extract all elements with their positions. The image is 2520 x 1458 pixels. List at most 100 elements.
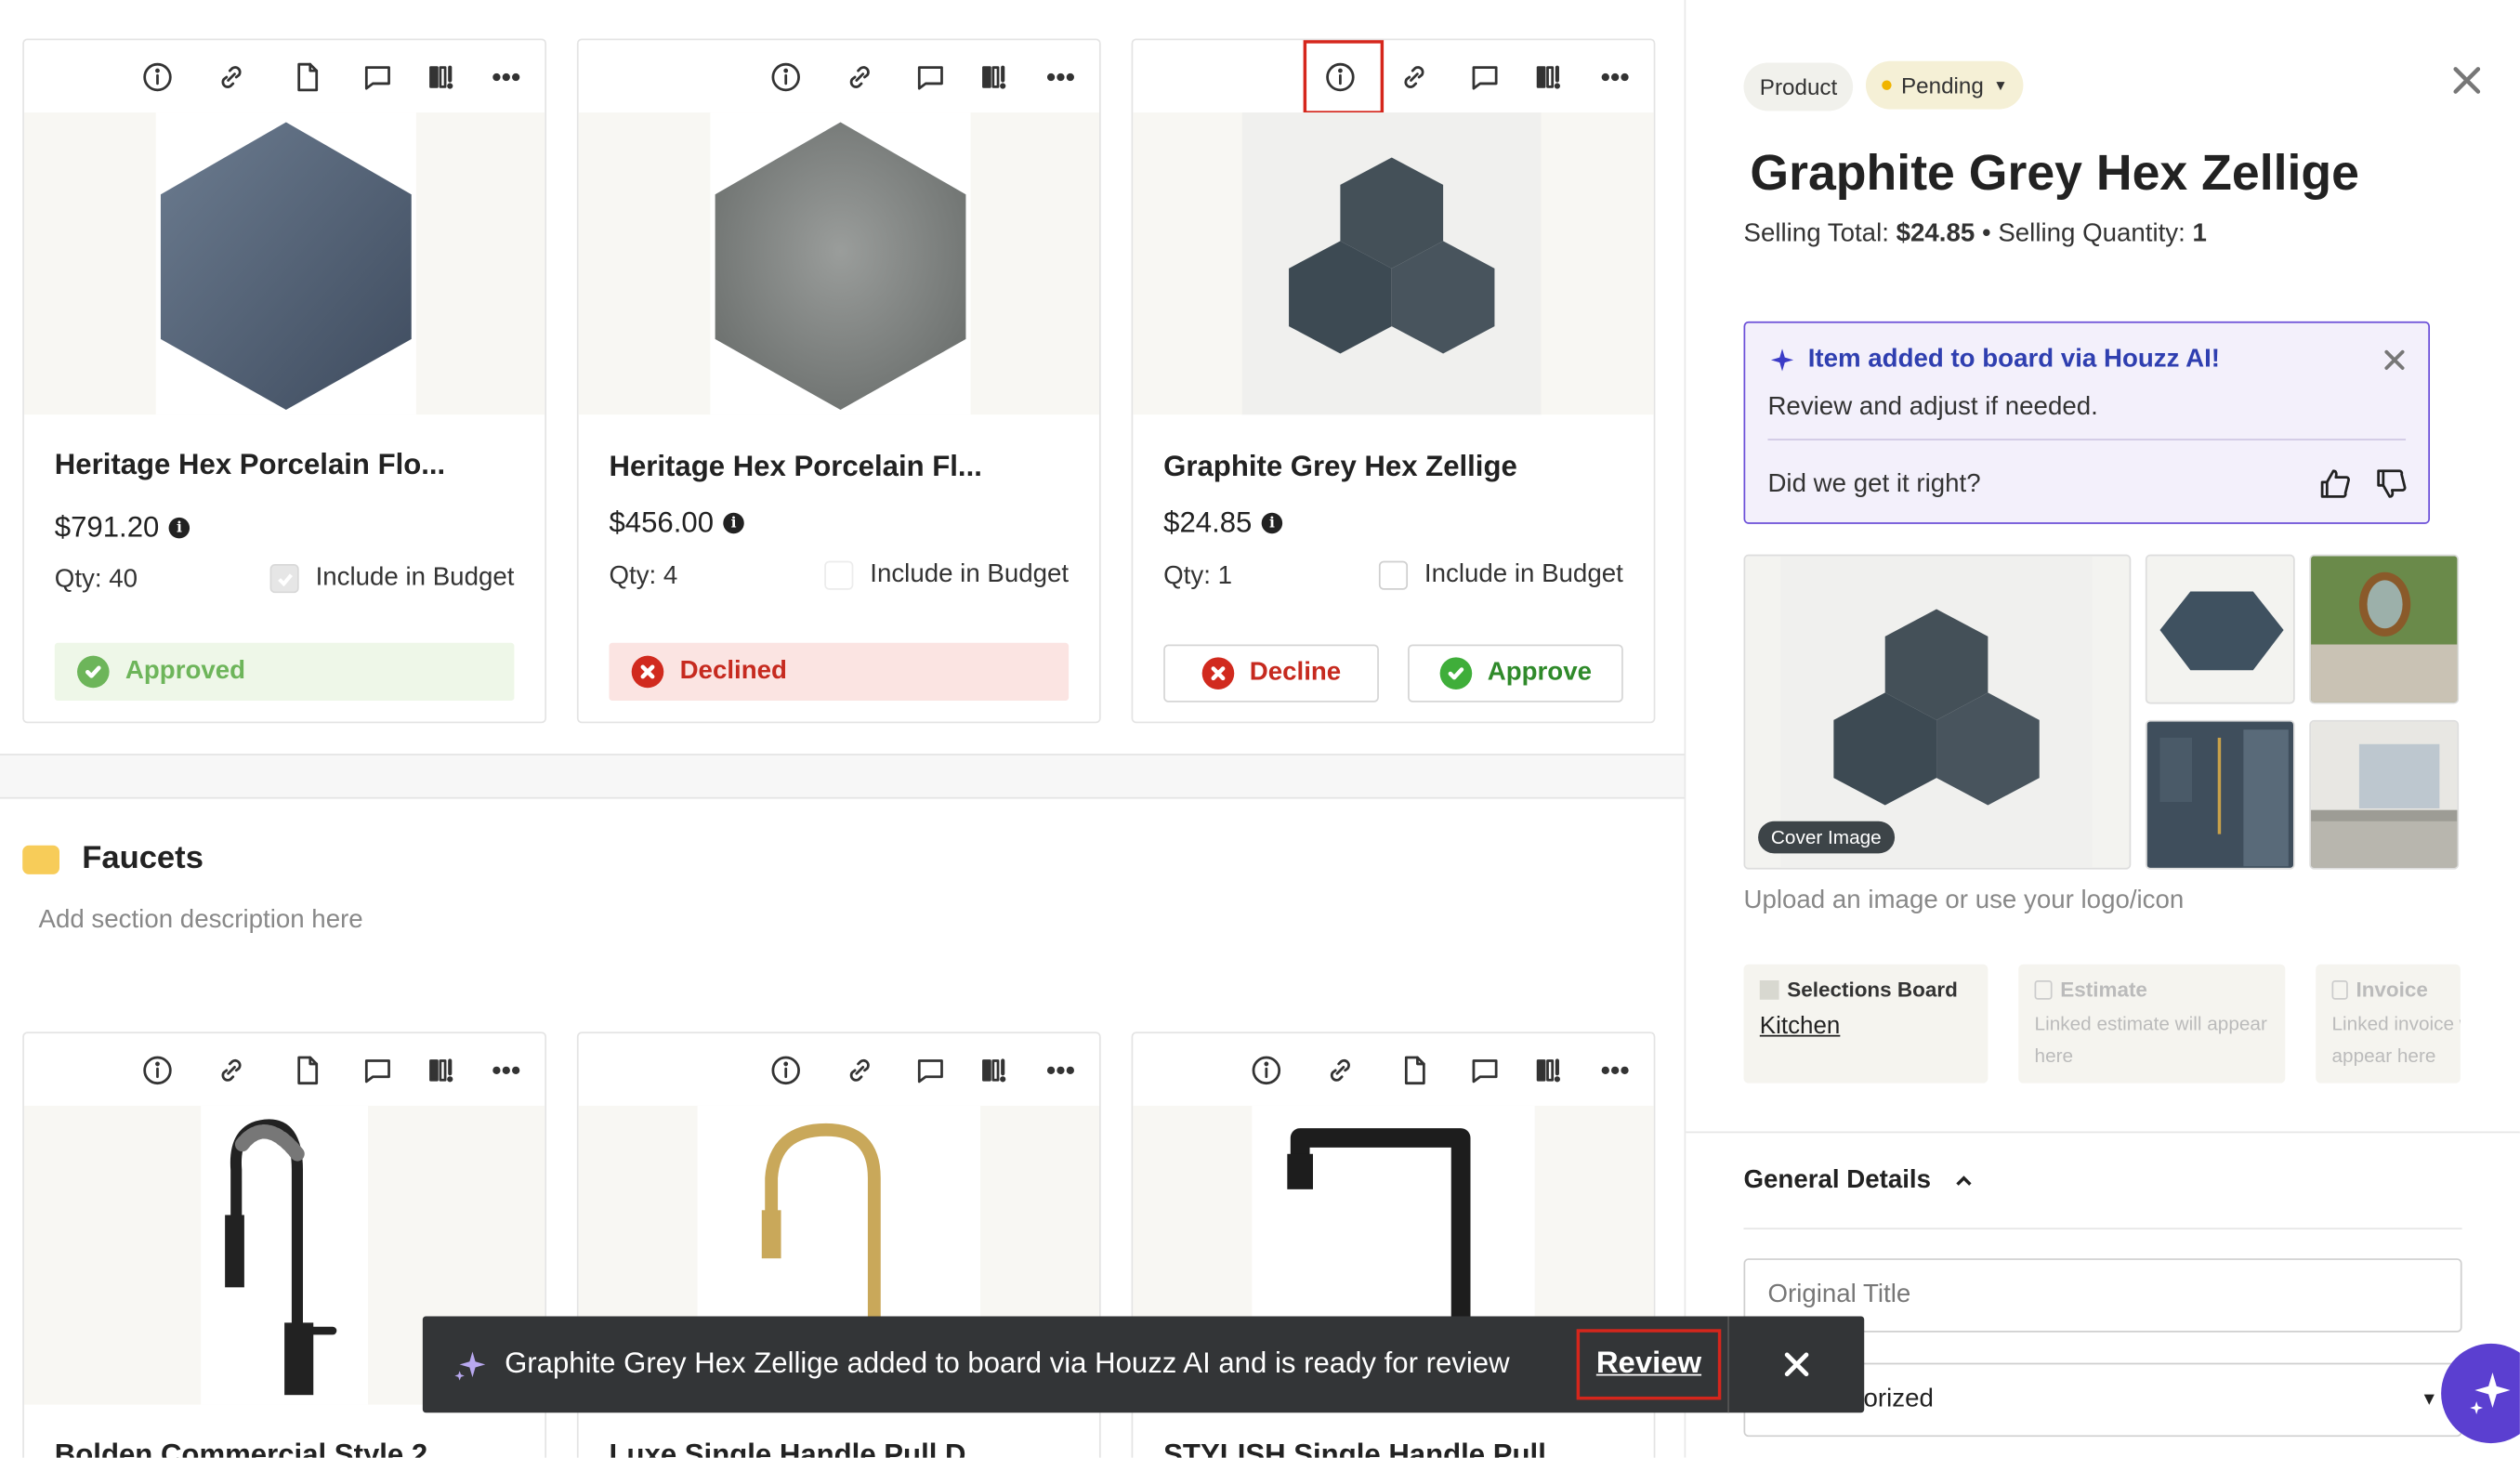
- approve-button[interactable]: Approve: [1408, 644, 1623, 703]
- sparkle-icon: [1767, 346, 1796, 374]
- include-in-budget-checkbox[interactable]: Include in Budget: [824, 560, 1069, 590]
- product-title[interactable]: Graphite Grey Hex Zellige: [1163, 450, 1517, 483]
- product-card[interactable]: Heritage Hex Porcelain Flo... $791.20 i Q…: [22, 38, 547, 724]
- product-card[interactable]: Graphite Grey Hex Zellige $24.85 i Qty: 1…: [1131, 38, 1656, 724]
- status-dropdown[interactable]: Pending ▼: [1865, 60, 2024, 110]
- estimate-placeholder: Linked estimate will appear here: [2034, 1012, 2267, 1068]
- info-icon[interactable]: [141, 1055, 174, 1087]
- close-toast-icon[interactable]: [1782, 1350, 1811, 1379]
- thumbs-up-icon[interactable]: [2319, 467, 2352, 500]
- more-icon[interactable]: [490, 61, 522, 94]
- section-title[interactable]: Faucets: [82, 841, 203, 878]
- ai-toast: Graphite Grey Hex Zellige added to board…: [422, 1316, 1865, 1413]
- type-pill: Product: [1743, 62, 1854, 112]
- cover-image-badge: Cover Image: [1758, 821, 1895, 854]
- general-details-toggle[interactable]: General Details: [1744, 1167, 1973, 1196]
- toast-message: Graphite Grey Hex Zellige added to board…: [505, 1346, 1510, 1379]
- comment-icon[interactable]: [1469, 61, 1502, 94]
- include-in-budget-checkbox[interactable]: Include in Budget: [1379, 560, 1623, 590]
- gallery-thumbnail[interactable]: [2145, 719, 2295, 870]
- link-icon[interactable]: [844, 61, 876, 94]
- price-info-icon[interactable]: i: [723, 512, 744, 534]
- sparkle-icon: [2470, 1372, 2511, 1414]
- link-icon[interactable]: [1324, 1055, 1357, 1087]
- x-circle-icon: [1201, 657, 1234, 690]
- product-title[interactable]: Luxe Single Handle Pull D...: [609, 1438, 990, 1458]
- more-icon[interactable]: [1044, 61, 1077, 94]
- more-icon[interactable]: [1599, 61, 1632, 94]
- selections-board-box[interactable]: Selections Board Kitchen: [1743, 964, 1988, 1084]
- link-icon[interactable]: [216, 61, 248, 94]
- product-title[interactable]: Bolden Commercial Style 2...: [55, 1438, 452, 1458]
- product-price: $456.00 i: [609, 506, 744, 540]
- info-icon[interactable]: [769, 61, 802, 94]
- product-image[interactable]: [578, 112, 1099, 415]
- comment-icon[interactable]: [361, 1055, 394, 1087]
- upload-hint[interactable]: Upload an image or use your logo/icon: [1744, 887, 2185, 916]
- gallery-thumbnail[interactable]: [2309, 554, 2460, 704]
- link-icon[interactable]: [844, 1055, 876, 1087]
- more-icon[interactable]: [1599, 1055, 1632, 1087]
- folder-icon: [22, 845, 59, 874]
- selections-board-link[interactable]: Kitchen: [1760, 1013, 1972, 1040]
- invoice-icon: [2331, 979, 2348, 999]
- info-icon[interactable]: [1251, 1055, 1283, 1087]
- cover-image[interactable]: Cover Image: [1743, 554, 2132, 870]
- product-price: $791.20 i: [55, 511, 190, 545]
- comment-icon[interactable]: [914, 1055, 947, 1087]
- decline-button[interactable]: Decline: [1163, 644, 1379, 703]
- compare-icon[interactable]: [426, 1055, 458, 1087]
- compare-icon[interactable]: [426, 61, 458, 94]
- caret-down-icon: ▼: [1993, 77, 2008, 94]
- chevron-up-icon: [1955, 1176, 1971, 1186]
- more-icon[interactable]: [490, 1055, 522, 1087]
- price-info-icon[interactable]: i: [168, 517, 190, 539]
- close-notice-icon[interactable]: [2382, 348, 2408, 374]
- invoice-placeholder: Linked invoice will appear here: [2331, 1012, 2461, 1068]
- ai-body: Review and adjust if needed.: [1767, 393, 2098, 422]
- document-icon[interactable]: [1398, 1055, 1431, 1087]
- product-qty: Qty: 40: [54, 565, 138, 594]
- section-description[interactable]: Add section description here: [39, 906, 363, 935]
- document-icon[interactable]: [291, 61, 323, 94]
- info-icon-highlight: [1303, 40, 1385, 114]
- info-icon[interactable]: [769, 1055, 802, 1087]
- panel-title[interactable]: Graphite Grey Hex Zellige: [1750, 145, 2359, 203]
- link-icon[interactable]: [1398, 61, 1431, 94]
- compare-icon[interactable]: [1533, 61, 1566, 94]
- compare-icon[interactable]: [978, 1055, 1011, 1087]
- review-button[interactable]: Review: [1576, 1329, 1722, 1400]
- product-image[interactable]: [23, 112, 545, 415]
- more-icon[interactable]: [1044, 1055, 1077, 1087]
- thumbs-down-icon[interactable]: [2375, 467, 2408, 500]
- ai-heading: Item added to board via Houzz AI!: [1807, 345, 2220, 374]
- document-icon[interactable]: [291, 1055, 323, 1087]
- product-title[interactable]: Heritage Hex Porcelain Flo...: [55, 449, 445, 482]
- status-dot-icon: [1882, 80, 1892, 90]
- close-icon[interactable]: [2448, 61, 2487, 100]
- comment-icon[interactable]: [1469, 1055, 1502, 1087]
- product-qty: Qty: 4: [609, 562, 678, 590]
- check-icon: [1438, 657, 1472, 690]
- ai-feedback-question: Did we get it right?: [1767, 470, 1981, 499]
- comment-icon[interactable]: [361, 61, 394, 94]
- link-icon[interactable]: [216, 1055, 248, 1087]
- compare-icon[interactable]: [1533, 1055, 1566, 1087]
- gallery-thumbnail[interactable]: [2309, 719, 2460, 870]
- board-icon: [1759, 979, 1779, 999]
- product-title[interactable]: Heritage Hex Porcelain Fl...: [609, 450, 981, 483]
- comment-icon[interactable]: [914, 61, 947, 94]
- compare-icon[interactable]: [978, 61, 1011, 94]
- price-info-icon[interactable]: i: [1261, 512, 1283, 534]
- product-title[interactable]: STYLISH Single Handle Pull...: [1163, 1438, 1570, 1458]
- gallery-thumbnail[interactable]: [2145, 554, 2295, 704]
- include-in-budget-checkbox[interactable]: Include in Budget: [270, 564, 514, 594]
- product-card[interactable]: Heritage Hex Porcelain Fl... $456.00 i Qt…: [576, 38, 1101, 724]
- x-circle-icon: [631, 655, 664, 689]
- product-price: $24.85 i: [1163, 506, 1283, 540]
- product-image[interactable]: [1133, 112, 1654, 415]
- ai-notice: Item added to board via Houzz AI! Review…: [1743, 321, 2431, 524]
- houzz-ai-fab[interactable]: [2441, 1343, 2520, 1444]
- divider: [1686, 1131, 2520, 1134]
- info-icon[interactable]: [141, 61, 174, 94]
